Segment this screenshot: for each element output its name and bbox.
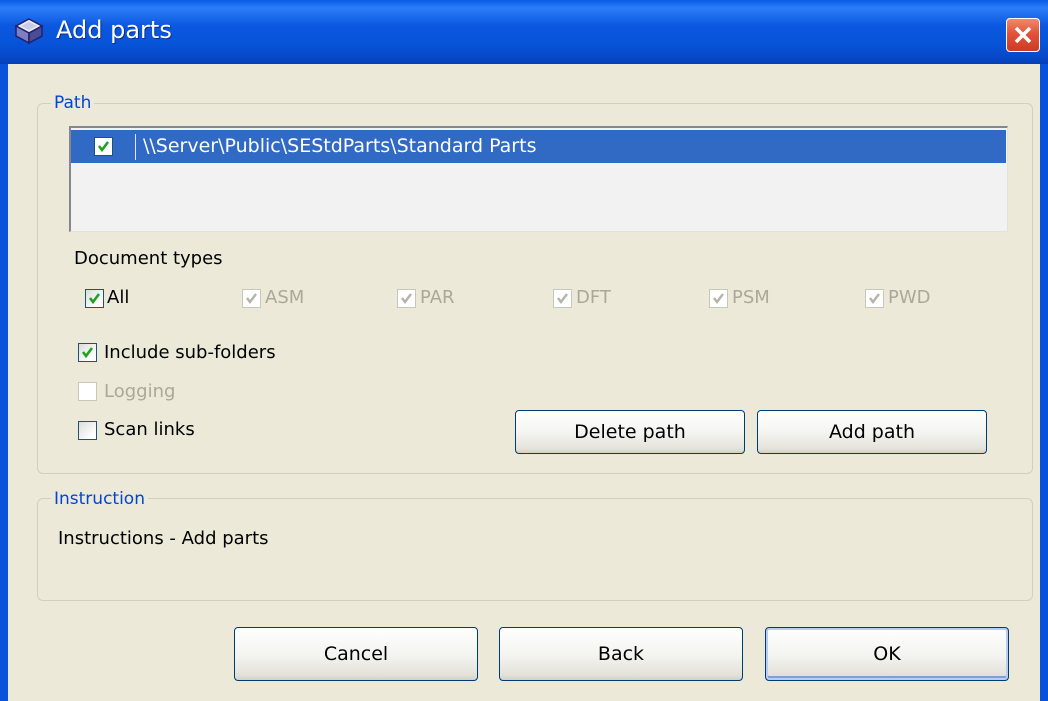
window-border-right: [1040, 64, 1048, 701]
close-icon: [1014, 26, 1032, 44]
include-subfolders-checkbox[interactable]: [78, 343, 97, 362]
instruction-group-label: Instruction: [51, 489, 148, 509]
list-column-separator: [135, 134, 136, 160]
ok-button[interactable]: OK: [765, 627, 1009, 681]
check-icon: [713, 293, 724, 304]
include-subfolders-label: Include sub-folders: [104, 342, 276, 363]
doc-type-par-label: PAR: [420, 287, 455, 308]
window-title: Add parts: [56, 16, 172, 44]
doc-type-asm-label: ASM: [265, 287, 305, 308]
path-group-label: Path: [51, 93, 95, 113]
doc-type-dft-checkbox[interactable]: [553, 289, 572, 308]
path-text: \\Server\Public\SEStdParts\Standard Part…: [143, 135, 537, 157]
check-icon: [246, 293, 257, 304]
back-button[interactable]: Back: [499, 627, 743, 681]
add-parts-dialog: Add parts Path \\Server\Public\SEStdPart…: [0, 0, 1048, 701]
doc-type-all-checkbox[interactable]: [85, 289, 104, 308]
window-border-left: [0, 64, 8, 701]
scan-links-label: Scan links: [104, 419, 195, 440]
doc-type-par-checkbox[interactable]: [397, 289, 416, 308]
check-icon: [401, 293, 412, 304]
path-row-checkbox[interactable]: [94, 137, 113, 156]
instruction-group: [37, 498, 1033, 601]
instruction-text: Instructions - Add parts: [58, 528, 269, 549]
close-button[interactable]: [1006, 18, 1040, 52]
document-types-label: Document types: [74, 248, 223, 269]
doc-type-pwd-label: PWD: [888, 287, 931, 308]
add-path-button[interactable]: Add path: [757, 410, 987, 454]
title-bar[interactable]: Add parts: [0, 0, 1048, 64]
scan-links-checkbox[interactable]: [78, 421, 97, 440]
doc-type-dft-label: DFT: [576, 287, 611, 308]
path-list-row[interactable]: \\Server\Public\SEStdParts\Standard Part…: [71, 130, 1006, 163]
doc-type-all-label: All: [107, 287, 130, 308]
doc-type-psm-label: PSM: [732, 287, 770, 308]
doc-type-psm-checkbox[interactable]: [709, 289, 728, 308]
check-icon: [81, 347, 94, 359]
doc-type-pwd-checkbox[interactable]: [865, 289, 884, 308]
check-icon: [97, 141, 110, 153]
check-icon: [557, 293, 568, 304]
cancel-button[interactable]: Cancel: [234, 627, 478, 681]
app-icon: [14, 17, 44, 45]
delete-path-button[interactable]: Delete path: [515, 410, 745, 454]
check-icon: [869, 293, 880, 304]
logging-checkbox[interactable]: [78, 382, 97, 401]
logging-label: Logging: [104, 381, 176, 402]
doc-type-asm-checkbox[interactable]: [242, 289, 261, 308]
path-list[interactable]: \\Server\Public\SEStdParts\Standard Part…: [69, 126, 1008, 232]
check-icon: [88, 293, 101, 305]
